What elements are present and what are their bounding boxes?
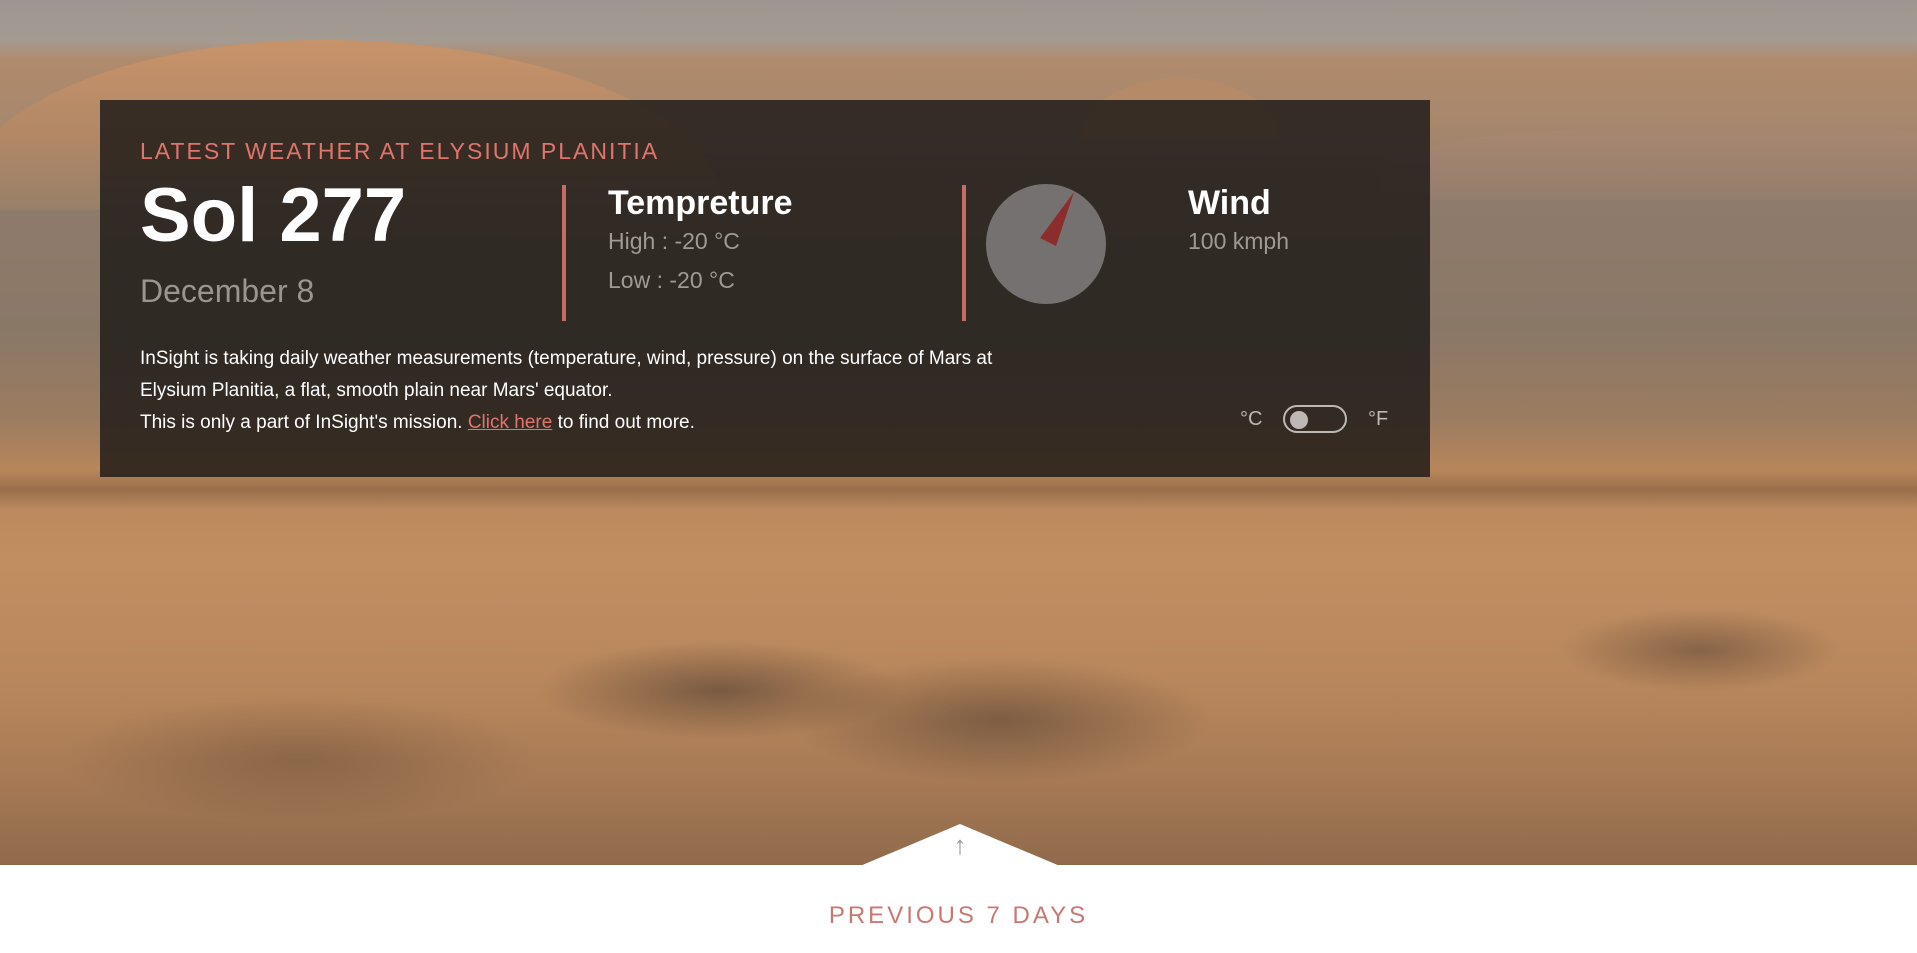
section-title: LATEST WEATHER AT ELYSIUM PLANITIA [140, 138, 660, 164]
fahrenheit-label: °F [1368, 408, 1389, 430]
unit-toggle[interactable] [1283, 405, 1347, 433]
description-line: This is only a part of InSight's mission… [140, 407, 1000, 439]
current-weather-card: LATEST WEATHER AT ELYSIUM PLANITIA Sol 2… [100, 100, 1430, 477]
divider [562, 185, 566, 321]
description-line: InSight is taking daily weather measurem… [140, 348, 993, 401]
temperature-low: Low : -20 °C [608, 267, 735, 293]
click-here-link[interactable]: Click here [468, 412, 552, 433]
mission-description: InSight is taking daily weather measurem… [140, 343, 1000, 439]
wind-direction-needle [1040, 192, 1074, 246]
ridge-shape [1380, 130, 1917, 200]
description-text: to find out more. [552, 412, 695, 433]
sol-number: Sol 277 [140, 173, 407, 258]
wind-speed: 100 kmph [1188, 228, 1290, 254]
arrow-up-icon[interactable]: ↑ [948, 830, 972, 860]
sol-date: December 8 [140, 273, 315, 309]
temperature-high: High : -20 °C [608, 228, 740, 254]
description-text: This is only a part of InSight's mission… [140, 412, 468, 433]
previous-7-days-button[interactable]: PREVIOUS 7 DAYS [0, 902, 1917, 930]
toggle-knob [1290, 411, 1308, 429]
temperature-title: Tempreture [608, 184, 793, 222]
celsius-label: °C [1240, 408, 1263, 430]
divider [962, 185, 966, 321]
wind-title: Wind [1188, 184, 1271, 222]
compass-icon [986, 184, 1106, 304]
page: LATEST WEATHER AT ELYSIUM PLANITIA Sol 2… [0, 0, 1917, 953]
